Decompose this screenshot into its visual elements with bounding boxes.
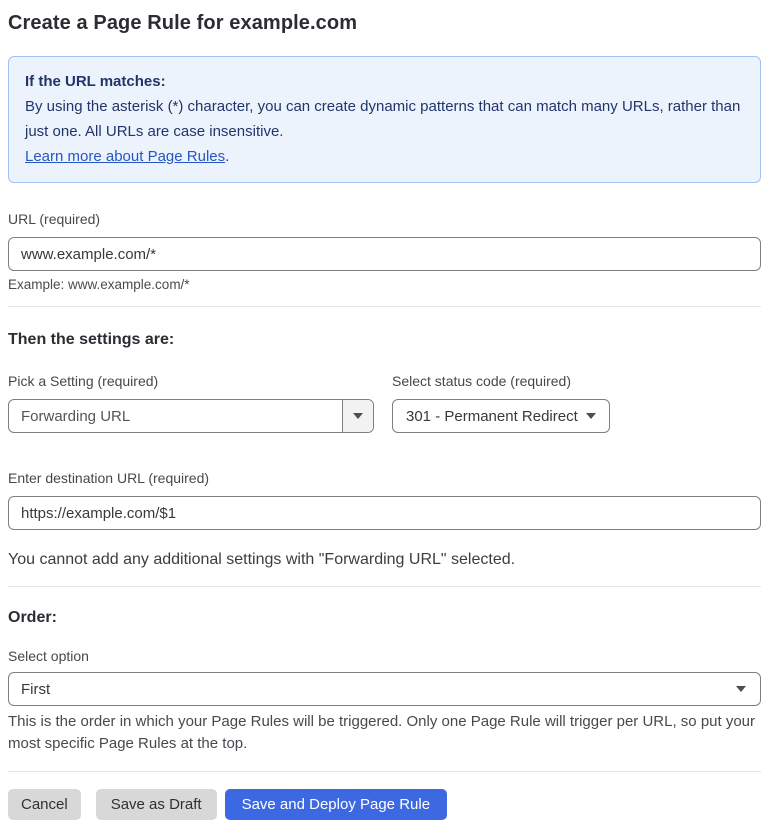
order-select[interactable]: First [8, 672, 761, 706]
chevron-down-icon [353, 413, 363, 419]
order-helper-text: This is the order in which your Page Rul… [8, 713, 756, 752]
destination-url-input[interactable] [8, 496, 761, 530]
pick-setting-value: Forwarding URL [21, 407, 131, 425]
divider [8, 586, 761, 587]
chevron-down-icon [736, 686, 746, 692]
status-code-value: 301 - Permanent Redirect [406, 407, 578, 425]
divider [8, 306, 761, 307]
page-title: Create a Page Rule for example.com [8, 12, 358, 34]
action-button-row: Cancel Save as Draft Save and Deploy Pag… [8, 789, 761, 820]
divider [8, 771, 761, 772]
pick-setting-label: Pick a Setting (required) [8, 373, 159, 389]
info-box-heading: If the URL matches: [25, 73, 166, 90]
save-and-deploy-button[interactable]: Save and Deploy Page Rule [224, 789, 448, 820]
cancel-button[interactable]: Cancel [8, 789, 81, 820]
forwarding-url-note: You cannot add any additional settings w… [8, 551, 516, 568]
settings-row: Pick a Setting (required) Forwarding URL… [8, 373, 761, 433]
order-select-label: Select option [8, 648, 89, 664]
url-example-helper: Example: www.example.com/* [8, 277, 190, 292]
settings-section-heading: Then the settings are: [8, 331, 175, 348]
pick-setting-column: Pick a Setting (required) Forwarding URL [8, 373, 374, 433]
status-code-column: Select status code (required) 301 - Perm… [392, 373, 610, 433]
url-matches-info-box: If the URL matches: By using the asteris… [8, 56, 761, 183]
learn-more-link[interactable]: Learn more about Page Rules [25, 148, 225, 165]
info-box-link-line: Learn more about Page Rules. [25, 144, 744, 169]
chevron-down-icon [585, 413, 596, 419]
pick-setting-dropdown-button[interactable] [342, 400, 373, 432]
order-select-value: First [21, 680, 51, 698]
destination-url-label: Enter destination URL (required) [8, 470, 210, 486]
pick-setting-select[interactable]: Forwarding URL [8, 399, 374, 433]
save-as-draft-button[interactable]: Save as Draft [95, 789, 217, 820]
url-input[interactable] [8, 237, 761, 271]
status-code-select[interactable]: 301 - Permanent Redirect [392, 399, 610, 433]
url-field-label: URL (required) [8, 211, 101, 227]
status-code-label: Select status code (required) [392, 373, 571, 389]
create-page-rule-panel: Create a Page Rule for example.com If th… [0, 0, 769, 834]
link-suffix: . [225, 148, 230, 165]
order-section-heading: Order: [8, 609, 57, 626]
info-box-body: By using the asterisk (*) character, you… [25, 98, 741, 140]
